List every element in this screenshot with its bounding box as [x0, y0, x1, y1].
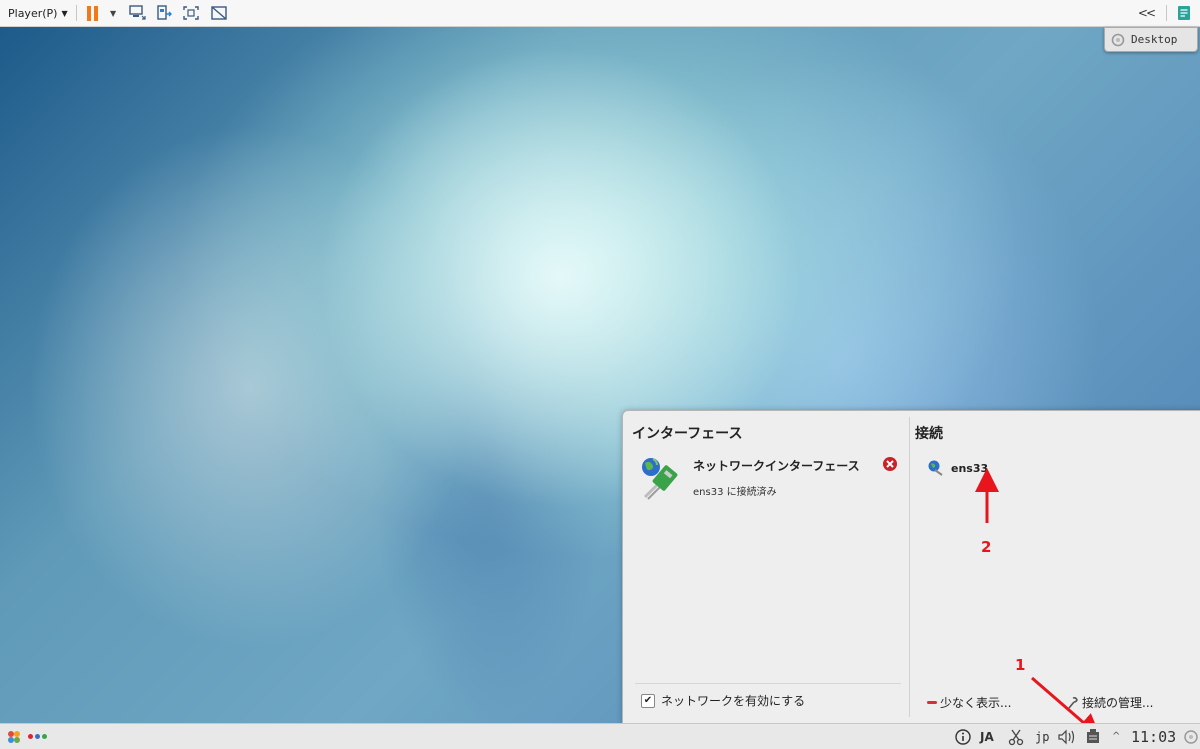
pause-button[interactable]	[87, 0, 101, 26]
app-launcher-icon	[8, 730, 20, 743]
toolbar-divider	[76, 5, 77, 21]
annotation-marker-2: 2	[981, 538, 992, 556]
toolbar-divider	[1166, 5, 1167, 21]
pager-dot[interactable]	[42, 734, 47, 739]
clock[interactable]: 11:03	[1131, 724, 1176, 749]
desktop-icon	[1111, 33, 1125, 46]
minus-icon	[927, 701, 937, 704]
input-method-indicator[interactable]: JA	[980, 724, 994, 749]
connection-item-ens33[interactable]: ens33	[927, 459, 988, 477]
pager[interactable]	[28, 724, 47, 749]
desktop-switcher[interactable]: Desktop	[1104, 27, 1198, 52]
collapse-icon[interactable]: <<	[1138, 0, 1156, 26]
send-ctrl-alt-del-icon[interactable]	[127, 0, 147, 26]
network-connection-icon	[928, 460, 943, 476]
interfaces-title: インターフェース	[632, 426, 743, 442]
manage-connections-button[interactable]: 接続の管理...	[1067, 694, 1153, 711]
disconnect-button[interactable]	[882, 456, 898, 475]
chevron-down-icon[interactable]: ▼	[110, 0, 116, 26]
network-interface-item[interactable]: ネットワークインターフェース ens33 に接続済み	[639, 453, 901, 503]
enable-network-checkbox[interactable]: ✔ ネットワークを有効にする	[641, 692, 805, 709]
network-popup: インターフェース ネットワークインターフェース ens33 に接続済み ✔ ネッ…	[622, 410, 1200, 725]
vm-toolbar: Player(P) ▼ ▼ <<	[0, 0, 1200, 27]
info-icon[interactable]	[954, 724, 972, 749]
enable-network-label: ネットワークを有効にする	[661, 694, 806, 708]
pane-divider	[909, 417, 910, 717]
player-menu-label: Player(P)	[8, 6, 58, 20]
clipboard-scissors-icon[interactable]	[1007, 724, 1025, 749]
volume-icon[interactable]	[1056, 724, 1078, 749]
chevron-down-icon: ▼	[61, 8, 68, 18]
network-interface-icon	[642, 458, 678, 500]
connections-title: 接続	[915, 426, 943, 442]
application-menu-button[interactable]	[6, 724, 22, 749]
keyboard-layout-indicator[interactable]: jp	[1035, 724, 1049, 749]
wrench-icon	[1068, 696, 1078, 709]
checkbox-icon[interactable]: ✔	[641, 693, 655, 708]
interface-status: ens33 に接続済み	[693, 487, 777, 498]
annotation-marker-1: 1	[1015, 656, 1026, 674]
show-less-label: 少なく表示...	[940, 696, 1012, 710]
removable-devices-icon[interactable]	[154, 0, 174, 26]
chevron-up-icon[interactable]: ^	[1112, 724, 1120, 749]
desktop-toolbox-icon[interactable]	[1183, 724, 1199, 749]
notes-icon[interactable]	[1176, 0, 1192, 26]
unity-icon[interactable]	[209, 0, 229, 26]
show-less-button[interactable]: 少なく表示...	[927, 694, 1011, 711]
full-screen-icon[interactable]	[181, 0, 201, 26]
pager-dot[interactable]	[28, 734, 33, 739]
taskbar: JA jp ^ 11:03	[0, 723, 1200, 749]
interface-name: ネットワークインターフェース	[693, 459, 860, 473]
player-menu[interactable]: Player(P) ▼	[8, 0, 68, 26]
manage-connections-label: 接続の管理...	[1082, 696, 1154, 710]
connection-name: ens33	[951, 461, 989, 475]
network-tray-icon[interactable]	[1084, 724, 1102, 749]
pager-dot[interactable]	[35, 734, 40, 739]
divider	[635, 683, 901, 684]
close-icon	[883, 457, 897, 471]
desktop-switcher-label: Desktop	[1131, 33, 1178, 46]
